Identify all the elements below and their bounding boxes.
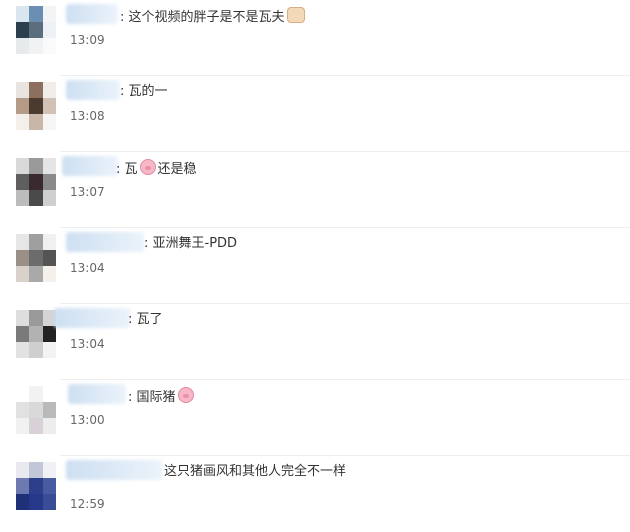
comment-time: 13:04 xyxy=(70,337,105,351)
comment-time: 13:07 xyxy=(70,185,105,199)
avatar[interactable] xyxy=(16,82,56,130)
username-blurred[interactable] xyxy=(66,80,120,100)
comment-time: 13:08 xyxy=(70,109,105,123)
comment-line: : 亚洲舞王-PDD xyxy=(144,235,237,253)
colon: : xyxy=(144,236,153,251)
comment-item: : 瓦的一 13:08 xyxy=(0,76,630,152)
comment-time: 13:04 xyxy=(70,261,105,275)
comment-item: : 瓦了 13:04 xyxy=(0,304,630,380)
colon: : xyxy=(116,162,125,177)
comment-line: : 瓦了 xyxy=(128,311,163,329)
colon: : xyxy=(120,10,129,25)
pig-emoji-icon xyxy=(177,387,194,403)
username-blurred[interactable] xyxy=(66,4,118,24)
comment-item: : 这个视频的胖子是不是瓦夫 13:09 xyxy=(0,0,630,76)
colon: : xyxy=(128,390,137,405)
comment-text: 这只猪画风和其他人完全不一样 xyxy=(164,464,347,479)
comment-text: 国际猪 xyxy=(136,390,176,405)
comment-line: : 国际猪 xyxy=(128,387,196,407)
username-blurred[interactable] xyxy=(54,308,130,328)
comment-line: : 这个视频的胖子是不是瓦夫 xyxy=(120,7,305,27)
avatar[interactable] xyxy=(16,234,56,282)
username-blurred[interactable] xyxy=(68,384,126,404)
comment-time: 12:59 xyxy=(70,497,105,511)
comment-item: : 国际猪 13:00 xyxy=(0,380,630,456)
comment-line: 这只猪画风和其他人完全不一样 xyxy=(164,463,346,481)
avatar[interactable] xyxy=(16,310,56,358)
comment-text-part1: 瓦 xyxy=(124,162,138,177)
username-blurred[interactable] xyxy=(66,460,162,480)
pig-emoji-icon xyxy=(139,159,156,175)
avatar[interactable] xyxy=(16,6,56,54)
fist-emoji-icon xyxy=(286,7,305,23)
colon: : xyxy=(120,84,129,99)
comment-item: : 亚洲舞王-PDD 13:04 xyxy=(0,228,630,304)
comment-line: : 瓦 还是稳 xyxy=(116,159,197,179)
avatar[interactable] xyxy=(16,386,56,434)
comment-time: 13:09 xyxy=(70,33,105,47)
comment-text: 瓦的一 xyxy=(128,84,168,99)
username-blurred[interactable] xyxy=(66,232,144,252)
comment-text: 这个视频的胖子是不是瓦夫 xyxy=(128,10,285,25)
colon: : xyxy=(128,312,137,327)
comment-time: 13:00 xyxy=(70,413,105,427)
comment-item: : 瓦 还是稳 13:07 xyxy=(0,152,630,228)
username-blurred[interactable] xyxy=(62,156,118,176)
comment-text: 亚洲舞王-PDD xyxy=(152,236,238,251)
avatar[interactable] xyxy=(16,462,56,510)
comment-text-part2: 还是稳 xyxy=(157,162,197,177)
avatar[interactable] xyxy=(16,158,56,206)
comment-line: : 瓦的一 xyxy=(120,83,168,101)
comment-text: 瓦了 xyxy=(136,312,163,327)
comment-item: 这只猪画风和其他人完全不一样 12:59 xyxy=(0,456,630,532)
